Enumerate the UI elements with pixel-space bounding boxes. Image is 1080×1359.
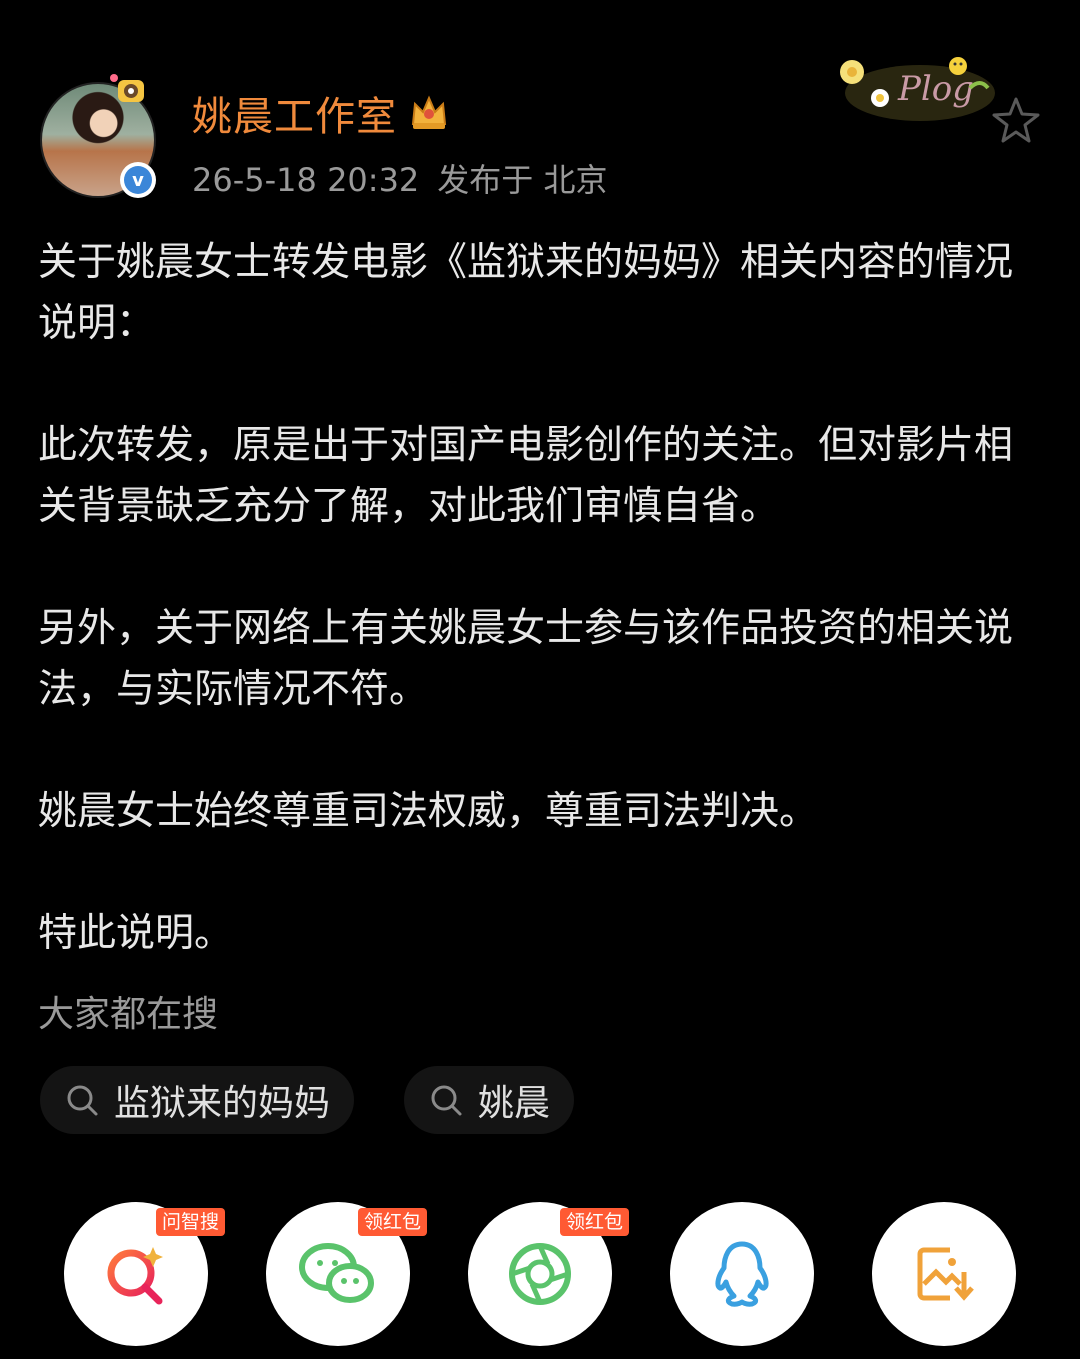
hot-search-chip[interactable]: 监狱来的妈妈 (40, 1066, 355, 1134)
hot-search-chip[interactable]: 姚晨 (404, 1066, 575, 1134)
post-paragraph: 此次转发，原是出于对国产电影创作的关注。但对影片相关背景缺乏充分了解，对此我们审… (38, 423, 1014, 529)
share-badge: 领红包 (358, 1208, 428, 1236)
hot-search-label: 姚晨 (478, 1083, 551, 1124)
share-badge: 问智搜 (156, 1208, 226, 1236)
wechat-icon (299, 1243, 374, 1303)
share-badge: 领红包 (560, 1208, 630, 1236)
post-paragraph: 姚晨女士始终尊重司法权威，尊重司法判决。 (38, 789, 819, 834)
plog-sticker-icon: Plog (840, 57, 995, 121)
favorite-star-icon[interactable] (990, 95, 1042, 145)
save-image-icon (917, 1247, 974, 1301)
post-time: 26-5-18 20:32 (192, 161, 420, 199)
post-paragraph: 特此说明。 (38, 911, 234, 956)
share-qq-button[interactable] (670, 1202, 814, 1346)
share-save-image-button[interactable] (872, 1202, 1016, 1346)
post-paragraph: 关于姚晨女士转发电影《监狱来的妈妈》相关内容的情况说明： (38, 240, 1014, 346)
post-content: 关于姚晨女士转发电影《监狱来的妈妈》相关内容的情况说明： 此次转发，原是出于对国… (38, 232, 1048, 964)
account-name-row: 姚晨工作室 (192, 84, 449, 142)
ai-search-icon (107, 1247, 163, 1305)
qq-penguin-icon (715, 1241, 769, 1307)
hot-search-title: 大家都在搜 (38, 994, 219, 1035)
search-icon (431, 1085, 462, 1116)
post-paragraph: 另外，关于网络上有关姚晨女士参与该作品投资的相关说法，与实际情况不符。 (38, 606, 1014, 712)
crown-icon (411, 95, 447, 129)
post-location: 发布于 北京 (437, 161, 608, 199)
search-icon (67, 1085, 98, 1116)
account-name[interactable]: 姚晨工作室 (192, 84, 397, 142)
post-meta: 26-5-18 20:32 发布于 北京 (192, 155, 607, 201)
moments-aperture-icon (509, 1243, 571, 1305)
verified-badge-icon: v (120, 162, 156, 198)
hot-search-label: 监狱来的妈妈 (114, 1083, 331, 1124)
plog-text: Plog (897, 69, 974, 109)
avatar-decoration-icon (104, 70, 150, 117)
